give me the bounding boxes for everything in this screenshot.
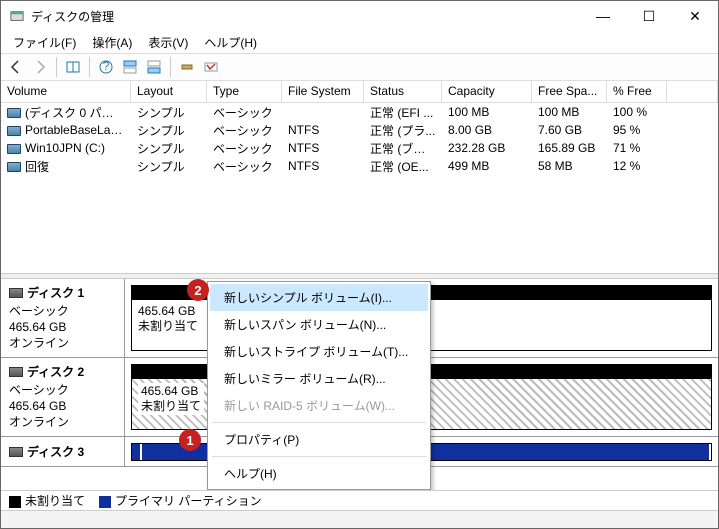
col-capacity[interactable]: Capacity xyxy=(442,81,532,102)
volume-header: Volume Layout Type File System Status Ca… xyxy=(1,81,718,103)
ctx-new-mirror-volume[interactable]: 新しいミラー ボリューム(R)... xyxy=(210,365,428,392)
titlebar: ディスクの管理 — ☐ ✕ xyxy=(1,1,718,31)
ctx-new-simple-volume[interactable]: 新しいシンプル ボリューム(I)... xyxy=(210,284,428,311)
disk-info[interactable]: ディスク 3 xyxy=(1,437,125,466)
menu-file[interactable]: ファイル(F) xyxy=(5,32,84,53)
legend-primary: プライマリ パーティション xyxy=(99,492,262,509)
legend-unallocated: 未割り当て xyxy=(9,492,85,509)
col-volume[interactable]: Volume xyxy=(1,81,131,102)
menu-help[interactable]: ヘルプ(H) xyxy=(196,32,265,53)
minimize-button[interactable]: — xyxy=(580,1,626,31)
statusbar xyxy=(1,510,718,528)
separator xyxy=(170,57,171,77)
volume-row[interactable]: (ディスク 0 パーティシ...シンプルベーシック正常 (EFI ...100 … xyxy=(1,103,718,121)
disk-icon xyxy=(9,367,23,377)
toolbar: ? xyxy=(1,53,718,81)
disk-title: ディスク 1 xyxy=(27,285,84,301)
partition-size: 465.64 GB xyxy=(138,304,198,319)
partition-status: 未割り当て xyxy=(141,399,201,414)
view-split-icon[interactable] xyxy=(62,56,84,78)
window-title: ディスクの管理 xyxy=(31,8,580,25)
forward-icon[interactable] xyxy=(29,56,51,78)
volume-row[interactable]: Win10JPN (C:)シンプルベーシックNTFS正常 (ブート...232.… xyxy=(1,139,718,157)
window-buttons: — ☐ ✕ xyxy=(580,1,718,31)
partition-size: 465.64 GB xyxy=(141,384,201,399)
drive-icon xyxy=(7,108,21,118)
disk-title: ディスク 3 xyxy=(27,443,84,460)
legend-swatch-blue xyxy=(99,496,111,508)
drive-icon xyxy=(7,126,21,136)
volume-row[interactable]: PortableBaseLayerシンプルベーシックNTFS正常 (プラ...8… xyxy=(1,121,718,139)
legend: 未割り当て プライマリ パーティション xyxy=(1,490,718,510)
legend-swatch-black xyxy=(9,496,21,508)
drive-icon xyxy=(7,162,21,172)
disk-icon xyxy=(9,288,23,298)
col-status[interactable]: Status xyxy=(364,81,442,102)
col-free[interactable]: Free Spa... xyxy=(532,81,607,102)
list-top-icon[interactable] xyxy=(119,56,141,78)
list-bottom-icon[interactable] xyxy=(143,56,165,78)
col-layout[interactable]: Layout xyxy=(131,81,207,102)
settings-icon[interactable] xyxy=(176,56,198,78)
menubar: ファイル(F) 操作(A) 表示(V) ヘルプ(H) xyxy=(1,31,718,53)
ctx-new-stripe-volume[interactable]: 新しいストライプ ボリューム(T)... xyxy=(210,338,428,365)
separator xyxy=(212,422,426,423)
disk-type: ベーシック xyxy=(9,303,116,319)
view-icon[interactable] xyxy=(200,56,222,78)
context-menu: 新しいシンプル ボリューム(I)... 新しいスパン ボリューム(N)... 新… xyxy=(207,281,431,490)
disk-icon xyxy=(9,447,23,457)
volume-row[interactable]: 回復シンプルベーシックNTFS正常 (OE...499 MB58 MB12 % xyxy=(1,157,718,175)
annotation-2: 2 xyxy=(187,279,209,301)
disk-size: 465.64 GB xyxy=(9,319,116,335)
menu-view[interactable]: 表示(V) xyxy=(140,32,196,53)
disk-title: ディスク 2 xyxy=(27,364,84,380)
col-type[interactable]: Type xyxy=(207,81,282,102)
volume-list[interactable]: (ディスク 0 パーティシ...シンプルベーシック正常 (EFI ...100 … xyxy=(1,103,718,273)
disk-status: オンライン xyxy=(9,414,116,430)
separator xyxy=(212,456,426,457)
annotation-1: 1 xyxy=(179,429,201,451)
col-spacer xyxy=(667,81,718,102)
separator xyxy=(56,57,57,77)
ctx-properties[interactable]: プロパティ(P) xyxy=(210,426,428,453)
app-icon xyxy=(9,8,25,24)
partition-status: 未割り当て xyxy=(138,319,198,334)
separator xyxy=(89,57,90,77)
col-pct[interactable]: % Free xyxy=(607,81,667,102)
col-fs[interactable]: File System xyxy=(282,81,364,102)
disk-area: ディスク 1 ベーシック 465.64 GB オンライン 465.64 GB 未… xyxy=(1,279,718,490)
drive-icon xyxy=(7,144,21,154)
ctx-new-span-volume[interactable]: 新しいスパン ボリューム(N)... xyxy=(210,311,428,338)
disk-status: オンライン xyxy=(9,335,116,351)
disk-size: 465.64 GB xyxy=(9,398,116,414)
disk-info[interactable]: ディスク 1 ベーシック 465.64 GB オンライン xyxy=(1,279,125,357)
svg-text:?: ? xyxy=(103,59,110,73)
help-icon[interactable]: ? xyxy=(95,56,117,78)
ctx-help[interactable]: ヘルプ(H) xyxy=(210,460,428,487)
menu-action[interactable]: 操作(A) xyxy=(84,32,140,53)
maximize-button[interactable]: ☐ xyxy=(626,1,672,31)
disk-type: ベーシック xyxy=(9,382,116,398)
disk-info[interactable]: ディスク 2 ベーシック 465.64 GB オンライン xyxy=(1,358,125,436)
close-button[interactable]: ✕ xyxy=(672,1,718,31)
ctx-new-raid5-volume: 新しい RAID-5 ボリューム(W)... xyxy=(210,392,428,419)
back-icon[interactable] xyxy=(5,56,27,78)
